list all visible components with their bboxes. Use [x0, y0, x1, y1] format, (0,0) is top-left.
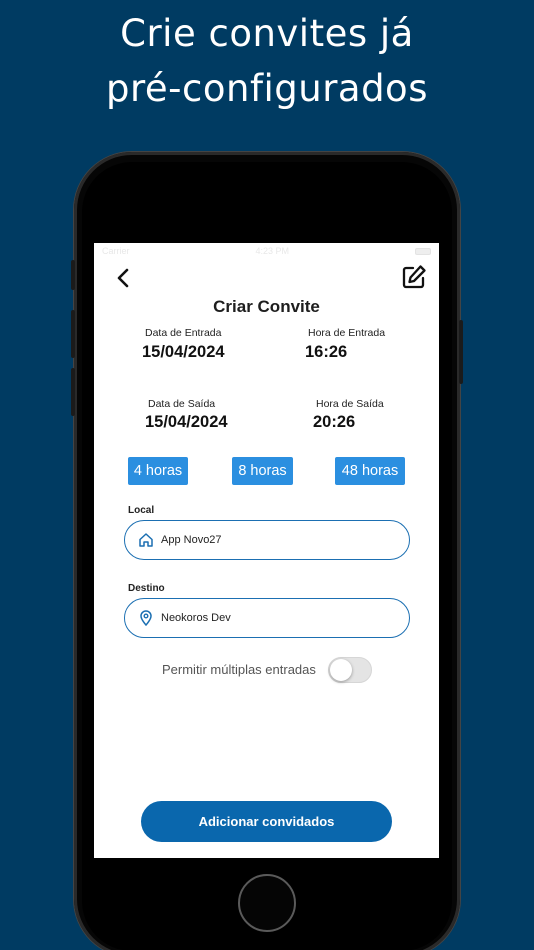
entry-time-label: Hora de Entrada [308, 327, 386, 339]
edit-square-icon [402, 265, 426, 289]
local-field[interactable]: App Novo27 [124, 520, 410, 560]
exit-time-value[interactable]: 20:26 [313, 413, 355, 432]
multiple-entries-label: Permitir múltiplas entradas [162, 661, 316, 677]
status-time: 4:23 PM [255, 246, 290, 256]
duration-4h-button[interactable]: 4 horas [128, 457, 188, 485]
duration-8h-button[interactable]: 8 horas [232, 457, 293, 485]
chevron-left-icon [117, 268, 129, 288]
exit-date-value[interactable]: 15/04/2024 [145, 413, 228, 432]
duration-48h-button[interactable]: 48 horas [335, 457, 405, 485]
headline-line-1: Crie convites já [120, 12, 414, 55]
headline-line-2: pré-configurados [106, 67, 428, 110]
toggle-knob [330, 659, 352, 681]
page-title: Criar Convite [213, 297, 320, 316]
home-button[interactable] [238, 874, 296, 932]
local-value: App Novo27 [161, 534, 222, 546]
battery-icon [414, 247, 431, 255]
carrier-label: Carrier [102, 246, 130, 256]
entry-time-value[interactable]: 16:26 [305, 343, 347, 362]
home-icon [138, 532, 154, 548]
multiple-entries-toggle[interactable] [328, 657, 372, 683]
edit-button[interactable] [400, 263, 428, 291]
local-label: Local [128, 505, 155, 516]
status-bar: Carrier 4:23 PM [94, 243, 439, 259]
multiple-entries-row: Permitir múltiplas entradas [162, 655, 316, 683]
exit-time-label: Hora de Saída [316, 398, 384, 410]
phone-volume-button [71, 368, 75, 416]
exit-date-label: Data de Saída [148, 398, 216, 410]
headline: Crie convites já pré-configurados [0, 6, 534, 116]
entry-date-label: Data de Entrada [145, 327, 222, 339]
destino-value: Neokoros Dev [161, 612, 231, 624]
destino-field[interactable]: Neokoros Dev [124, 598, 410, 638]
map-pin-icon [138, 610, 154, 626]
app-screen: Carrier 4:23 PM Criar Convite Data de En… [94, 243, 439, 858]
phone-side-button [71, 260, 75, 290]
phone-power-button [459, 320, 463, 384]
add-guests-button[interactable]: Adicionar convidados [141, 801, 392, 842]
back-button[interactable] [112, 267, 134, 289]
destino-label: Destino [128, 583, 165, 594]
entry-date-value[interactable]: 15/04/2024 [142, 343, 225, 362]
phone-volume-button [71, 310, 75, 358]
